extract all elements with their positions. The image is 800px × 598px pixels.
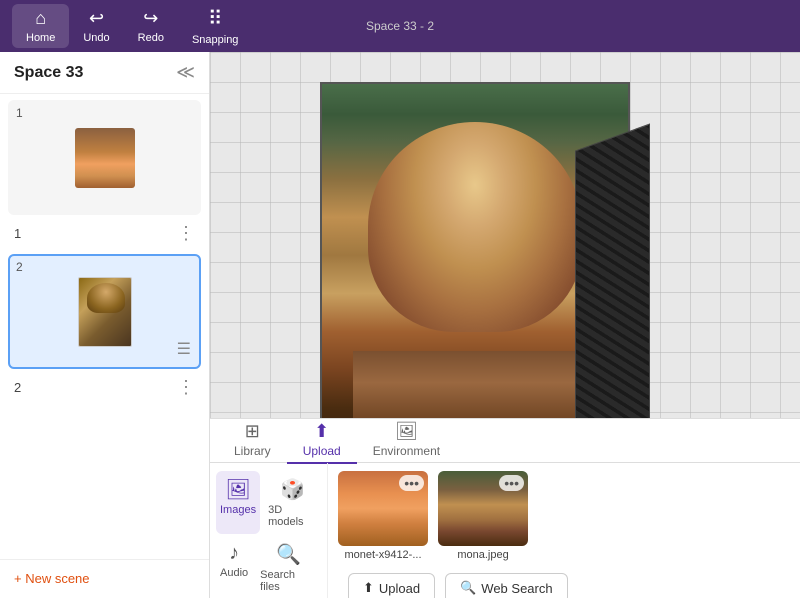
scene-label-2: 2: [14, 380, 21, 395]
filter-row-2: ♪ Audio 🔍 Search files: [216, 536, 321, 598]
redo-button[interactable]: ↪ Redo: [124, 4, 178, 48]
media-item-monet: ••• monet-x9412-...: [338, 471, 428, 561]
bottom-panel: ⊞ Library ⬆ Upload 🖼 Environment: [210, 418, 800, 598]
home-icon: ⌂: [35, 8, 46, 29]
web-search-button[interactable]: 🔍 🔍 Web Search Web Search: [445, 573, 567, 598]
scene-menu-2[interactable]: ⋮: [177, 377, 195, 398]
sidebar-footer: + New scene: [0, 559, 209, 598]
monet-menu-button[interactable]: •••: [399, 475, 424, 491]
upload-icon: ⬆: [363, 580, 374, 596]
scene-menu-1[interactable]: ⋮: [177, 223, 195, 244]
new-scene-button[interactable]: + New scene: [14, 571, 90, 586]
filter-audio[interactable]: ♪ Audio: [216, 536, 252, 598]
scene-card-1[interactable]: 1: [8, 100, 201, 215]
list-icon: ☰: [177, 339, 191, 359]
scene-thumbnail-2: [78, 277, 132, 347]
scene-label-row-2: 2 ⋮: [0, 375, 209, 402]
tab-library[interactable]: ⊞ Library: [218, 417, 287, 464]
library-icon: ⊞: [245, 421, 260, 442]
filter-images[interactable]: 🖼 Images: [216, 471, 260, 534]
sidebar: Space 33 ≪ 1 1 ⋮ 2 ☰ 2 ⋮: [0, 52, 210, 598]
sidebar-header: Space 33 ≪: [0, 52, 209, 94]
scene-card-2[interactable]: 2 ☰: [8, 254, 201, 369]
topbar: ⌂ Home ↩ Undo ↪ Redo ⠿ Snapping Space 33…: [0, 0, 800, 52]
tab-upload[interactable]: ⬆ Upload: [287, 417, 357, 464]
upload-tab-icon: ⬆: [314, 421, 329, 442]
media-item-mona: ••• mona.jpeg: [438, 471, 528, 561]
audio-icon: ♪: [229, 542, 239, 565]
topbar-title: Space 33 - 2: [366, 19, 434, 33]
mona-menu-button[interactable]: •••: [499, 475, 524, 491]
media-grid: ••• monet-x9412-... ••• mona.jpeg: [328, 463, 800, 598]
3dmodels-icon: 🎲: [280, 477, 305, 502]
viewport[interactable]: ⊞ Library ⬆ Upload 🖼 Environment: [210, 52, 800, 598]
media-items-row: ••• monet-x9412-... ••• mona.jpeg: [338, 471, 790, 561]
redo-icon: ↪: [143, 8, 158, 29]
images-icon: 🖼: [225, 477, 250, 502]
home-button[interactable]: ⌂ Home: [12, 4, 69, 48]
sidebar-title: Space 33: [14, 64, 83, 82]
undo-button[interactable]: ↩ Undo: [69, 4, 123, 48]
snapping-icon: ⠿: [208, 6, 223, 31]
undo-icon: ↩: [89, 8, 104, 29]
panel-actions: ⬆ Upload 🔍 🔍 Web Search Web Search: [338, 567, 790, 598]
mona-filename: mona.jpeg: [438, 549, 528, 561]
panel-content: 🖼 Images 🎲 3D models ♪ Audio: [210, 463, 800, 598]
web-search-icon: 🔍: [460, 580, 476, 596]
panel-tabs: ⊞ Library ⬆ Upload 🖼 Environment: [210, 419, 800, 463]
filter-column: 🖼 Images 🎲 3D models ♪ Audio: [210, 463, 328, 598]
upload-button[interactable]: ⬆ Upload: [348, 573, 435, 598]
sidebar-collapse-button[interactable]: ≪: [176, 62, 195, 83]
scene-num-2: 2: [16, 260, 23, 274]
search-files-icon: 🔍: [276, 542, 301, 567]
snapping-button[interactable]: ⠿ Snapping: [178, 2, 253, 50]
filter-search-files[interactable]: 🔍 Search files: [256, 536, 321, 598]
main-layout: Space 33 ≪ 1 1 ⋮ 2 ☰ 2 ⋮: [0, 52, 800, 598]
monet-thumbnail[interactable]: •••: [338, 471, 428, 546]
monet-filename: monet-x9412-...: [338, 549, 428, 561]
filter-row-1: 🖼 Images 🎲 3D models: [216, 471, 321, 534]
environment-icon: 🖼: [395, 421, 418, 442]
scene-num-1: 1: [16, 106, 23, 120]
mona-thumbnail[interactable]: •••: [438, 471, 528, 546]
scene-label-row-1: 1 ⋮: [0, 221, 209, 248]
tab-environment[interactable]: 🖼 Environment: [357, 417, 456, 464]
scene-label-1: 1: [14, 226, 21, 241]
scene-thumbnail-1: [75, 128, 135, 188]
filter-3dmodels[interactable]: 🎲 3D models: [264, 471, 321, 534]
